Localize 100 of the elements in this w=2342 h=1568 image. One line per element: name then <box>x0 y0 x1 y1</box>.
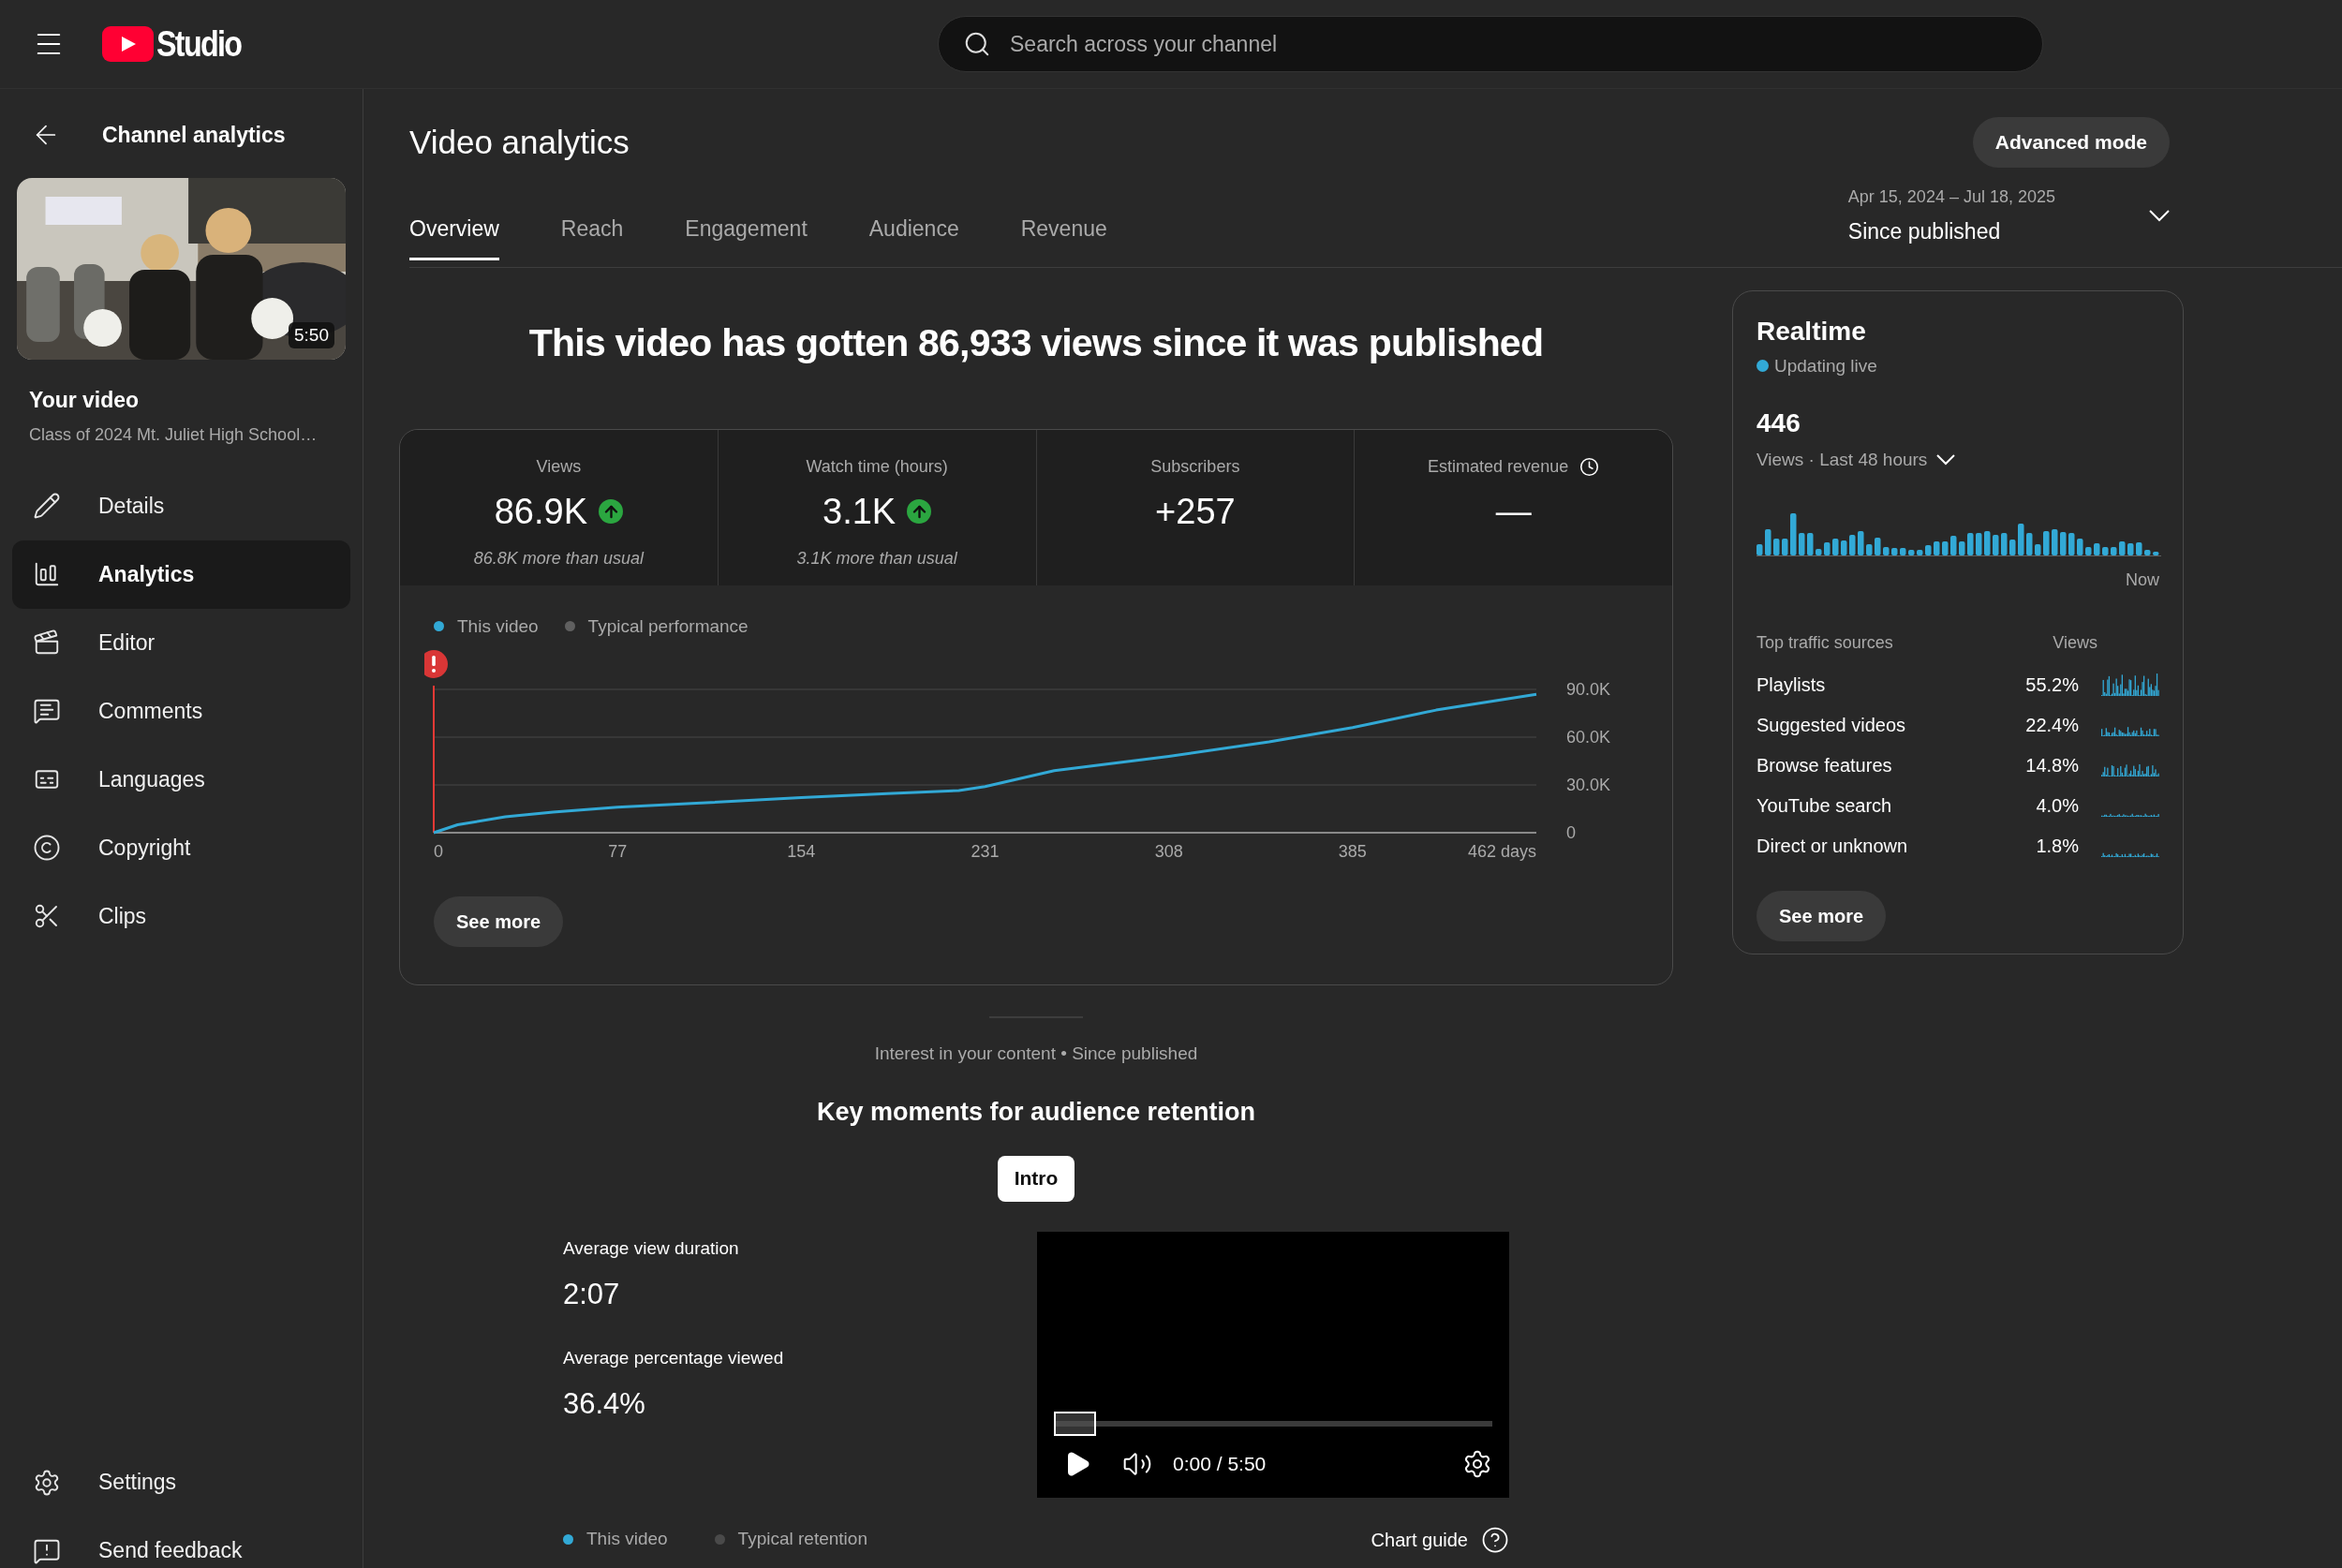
copyright-icon <box>33 834 61 862</box>
nav-item[interactable]: Send feedback <box>12 1516 350 1568</box>
stat-label: Average percentage viewed <box>563 1346 784 1369</box>
bar <box>1807 532 1814 555</box>
see-more-button[interactable]: See more <box>434 896 564 947</box>
realtime-count: 446 <box>1756 407 1801 439</box>
help-icon <box>1481 1525 1509 1554</box>
chart-guide-link[interactable]: Chart guide <box>1371 1525 1509 1554</box>
bar <box>1883 546 1890 555</box>
stat-value: 36.4% <box>563 1386 646 1422</box>
clapperboard-icon <box>33 629 61 657</box>
bar <box>1984 530 1991 555</box>
metric-value: 86.9K <box>494 490 588 533</box>
bar <box>1858 530 1864 555</box>
metric-label: Views <box>536 455 582 478</box>
bar <box>2077 538 2083 555</box>
bar <box>2102 546 2109 555</box>
bar <box>2094 542 2100 555</box>
metric-tile[interactable]: Views 86.9K 86.8K more than usual <box>400 429 718 585</box>
legend-label: Typical performance <box>587 614 749 638</box>
bar <box>2018 523 2024 555</box>
bar <box>1849 534 1856 555</box>
bar <box>1773 538 1780 555</box>
nav-item[interactable]: Languages <box>12 745 350 814</box>
metric-tile[interactable]: Watch time (hours) 3.1K 3.1K more than usual <box>717 429 1036 585</box>
nav-item[interactable]: Analytics <box>12 540 350 609</box>
advanced-mode-button[interactable]: Advanced mode <box>1972 117 2170 168</box>
bar <box>1799 532 1805 555</box>
nav-item[interactable]: Clips <box>12 881 350 951</box>
video-thumbnail[interactable]: 5:50 <box>17 178 346 360</box>
bar <box>2001 532 2008 555</box>
date-range-dropdown[interactable]: Apr 15, 2024 – Jul 18, 2025 Since published <box>1847 185 2170 267</box>
sparkline <box>2101 727 2159 736</box>
video-player[interactable]: 0:00 / 5:50 <box>1037 1231 1509 1498</box>
nav-item[interactable]: Settings <box>12 1448 350 1516</box>
axis-label: 154 <box>787 842 816 861</box>
source-name: Browse features <box>1756 754 1893 777</box>
axis-label: 308 <box>1154 842 1183 861</box>
tab[interactable]: Revenue <box>1020 200 1165 267</box>
clock-icon[interactable] <box>1579 456 1600 477</box>
bar <box>2060 531 2067 555</box>
moment-chip[interactable]: Intro <box>997 1155 1075 1202</box>
page-title: Video analytics <box>409 122 630 162</box>
nav-item[interactable]: Comments <box>12 676 350 746</box>
metric-value: +257 <box>1155 490 1236 533</box>
progress-track[interactable] <box>1054 1420 1492 1427</box>
context-caption: Interest in your content • Since published <box>874 1042 1198 1065</box>
axis-label: 385 <box>1338 842 1367 861</box>
studio-logo[interactable]: Studio <box>102 26 257 62</box>
sparkline <box>2101 852 2159 857</box>
search-input[interactable]: Search across your channel <box>1010 27 2018 61</box>
tab[interactable]: Reach <box>560 200 682 267</box>
axis-label: 0 <box>434 842 443 861</box>
axis-label: 60.0K <box>1566 728 1611 747</box>
video-heading: Your video <box>29 387 141 414</box>
now-label: Now <box>2126 569 2159 591</box>
column-header: Views <box>2052 631 2097 654</box>
tab[interactable]: Overview <box>409 200 557 267</box>
nav-item[interactable]: Copyright <box>12 813 350 882</box>
nav-item[interactable]: Details <box>12 471 350 540</box>
bar <box>2144 549 2151 555</box>
chevron-down-icon <box>1936 454 1956 466</box>
stat-label: Average view duration <box>563 1236 740 1260</box>
live-status: Updating live <box>1774 354 1877 377</box>
source-share: 4.0% <box>2035 794 2079 818</box>
bar <box>2052 528 2058 555</box>
metric-tile[interactable]: Estimated revenue — <box>1354 429 1672 585</box>
alert-icon[interactable] <box>424 650 448 678</box>
metric-label: Watch time (hours) <box>806 455 948 478</box>
bar <box>2127 542 2134 555</box>
scrubber-handle[interactable] <box>1054 1411 1096 1436</box>
metric-tile[interactable]: Subscribers +257 <box>1035 429 1355 585</box>
source-name: YouTube search <box>1756 794 1893 818</box>
source-name: Direct or unknown <box>1756 835 1909 858</box>
axis-label: 0 <box>1566 823 1576 842</box>
sparkline <box>2101 763 2159 777</box>
pencil-icon <box>33 492 61 520</box>
source-share: 14.8% <box>2024 754 2079 777</box>
summary-headline: This video has gotten 86,933 views since it was published <box>527 319 1545 366</box>
metric-label: Subscribers <box>1150 455 1240 478</box>
bar <box>2153 551 2159 555</box>
see-more-button[interactable]: See more <box>1756 890 1887 941</box>
tab[interactable]: Audience <box>868 200 1017 267</box>
settings-icon[interactable] <box>1462 1448 1492 1479</box>
bar <box>1816 548 1822 555</box>
play-logo-icon <box>102 26 154 62</box>
bar <box>1765 528 1771 555</box>
source-share: 1.8% <box>2035 835 2079 858</box>
search-icon <box>963 30 991 58</box>
search-bar[interactable]: Search across your channel <box>938 16 2043 72</box>
bar <box>1756 543 1763 555</box>
nav-item[interactable]: Editor <box>12 608 350 677</box>
bar <box>1959 540 1965 555</box>
bar <box>1891 547 1898 555</box>
back-link[interactable]: Channel analytics <box>102 118 286 152</box>
metric-label: Estimated revenue <box>1428 455 1569 478</box>
bar <box>2009 539 2016 555</box>
tab[interactable]: Engagement <box>685 200 866 267</box>
bar <box>1866 543 1873 555</box>
period-dropdown[interactable]: Views · Last 48 hours <box>1756 447 1956 474</box>
